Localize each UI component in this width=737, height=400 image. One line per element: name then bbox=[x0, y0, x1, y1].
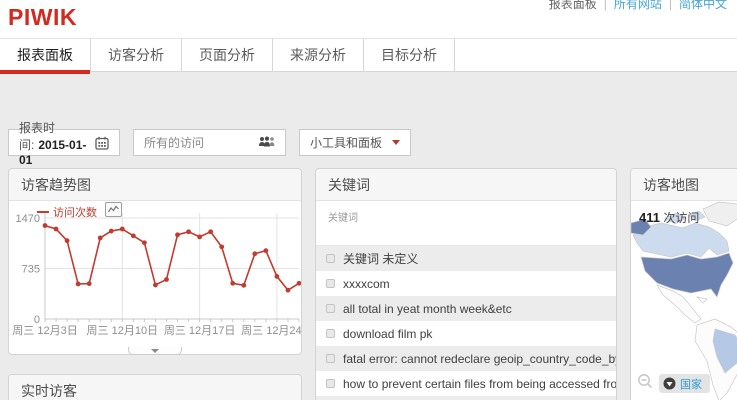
keyword-label: xxxxcom bbox=[343, 276, 390, 291]
link-separator: | bbox=[603, 0, 607, 11]
visits-trend-title: 访客趋势图 bbox=[9, 169, 301, 201]
keywords-column-label: 关键词 bbox=[328, 213, 358, 224]
map-visits-label: 411 次访问 bbox=[639, 209, 699, 226]
calendar-icon bbox=[95, 136, 109, 150]
region-button-label: 国家 bbox=[680, 378, 702, 391]
tab-报表面板[interactable]: 报表面板 bbox=[0, 39, 91, 74]
date-selector-text: 报表时间: 2015-01-01 bbox=[19, 119, 95, 167]
list-item-partial[interactable] bbox=[316, 396, 616, 400]
tab-来源分析[interactable]: 来源分析 bbox=[273, 39, 364, 71]
map-controls: 国家 bbox=[637, 373, 710, 394]
keyword-label: how to prevent certain files from being … bbox=[343, 376, 616, 391]
globe-icon bbox=[663, 377, 676, 390]
row-expand-icon bbox=[326, 304, 335, 313]
visits-trend-chart: 07351470周三 12月3日 周三 12月10日 周三 12月17日 周三 12月… bbox=[12, 213, 301, 337]
visitors-group-icon bbox=[258, 136, 275, 149]
row-expand-icon bbox=[326, 354, 335, 363]
keyword-row[interactable]: 关键词 未定义 bbox=[316, 246, 616, 271]
tab-目标分析[interactable]: 目标分析 bbox=[364, 39, 455, 71]
keyword-row[interactable]: how to prevent certain files from being … bbox=[316, 371, 616, 396]
chart-legend: 访问次数 bbox=[37, 204, 97, 220]
row-expand-icon bbox=[326, 329, 335, 338]
chevron-down-icon bbox=[392, 140, 401, 145]
widgets-button-label: 小工具和面板 bbox=[310, 136, 383, 150]
triangle-down-icon bbox=[151, 348, 159, 353]
tab-bar: 报表面板 访客分析 页面分析 来源分析 目标分析 bbox=[0, 38, 737, 74]
row-expand-icon bbox=[326, 379, 335, 388]
keyword-label: all total in yeat month week&etc bbox=[343, 301, 512, 316]
topbar-link[interactable]: 报表面板 bbox=[549, 0, 597, 11]
svg-text:周三 12月24日: 周三 12月24日 bbox=[241, 324, 301, 337]
country-greenland bbox=[702, 201, 737, 227]
visitor-map-panel: 访客地图 411 次访问 国家 bbox=[630, 168, 737, 400]
world-map[interactable] bbox=[631, 201, 737, 400]
map-visits-value: 411 bbox=[639, 210, 660, 225]
piwik-logo: PIWIK bbox=[8, 4, 77, 30]
keywords-list: 关键词 未定义 xxxxcom all total in yeat month we… bbox=[316, 246, 616, 396]
chart-export-icon[interactable] bbox=[105, 202, 122, 217]
region-scope-button[interactable]: 国家 bbox=[659, 374, 710, 393]
topbar-link[interactable]: 所有网站 bbox=[614, 0, 662, 11]
piwik-dashboard: PIWIK 报表面板 | 所有网站 | 简体中文 报表面板 访客分析 页面分析 来源分析 目标分… bbox=[0, 0, 737, 400]
svg-text:周三 12月17日: 周三 12月17日 bbox=[164, 324, 236, 337]
topbar-link[interactable]: 简体中文 bbox=[679, 0, 727, 11]
keyword-label: 关键词 未定义 bbox=[343, 252, 419, 266]
keywords-column-header: 关键词 bbox=[316, 201, 616, 246]
map-visits-unit: 次访问 bbox=[663, 211, 700, 225]
keywords-title: 关键词 bbox=[316, 169, 616, 201]
keyword-row[interactable]: xxxxcom bbox=[316, 271, 616, 296]
svg-text:周三 12月10日: 周三 12月10日 bbox=[87, 324, 159, 337]
widgets-dashboard-button[interactable]: 小工具和面板 bbox=[299, 129, 412, 156]
row-expand-icon bbox=[326, 279, 335, 288]
segment-value: 所有的访问 bbox=[144, 136, 205, 150]
keyword-label: fatal error: cannot redeclare geoip_coun… bbox=[343, 351, 616, 366]
row-expand-icon bbox=[326, 254, 335, 263]
keyword-row[interactable]: all total in yeat month week&etc bbox=[316, 296, 616, 321]
realtime-visitors-panel: 实时访客 bbox=[8, 374, 302, 400]
top-header: PIWIK 报表面板 | 所有网站 | 简体中文 bbox=[0, 0, 737, 38]
keywords-panel: 关键词 关键词 关键词 未定义 xxxxcom all total in yeat … bbox=[315, 168, 617, 400]
keyword-row[interactable]: fatal error: cannot redeclare geoip_coun… bbox=[316, 346, 616, 371]
segment-selector[interactable]: 所有的访问 bbox=[133, 129, 286, 156]
visitor-map-title: 访客地图 bbox=[631, 169, 737, 201]
realtime-visitors-title: 实时访客 bbox=[9, 375, 301, 400]
legend-label: 访问次数 bbox=[53, 207, 97, 219]
topbar-links: 报表面板 | 所有网站 | 简体中文 bbox=[549, 0, 727, 12]
country-usa[interactable] bbox=[640, 252, 734, 298]
panel-expand-handle[interactable] bbox=[128, 347, 182, 355]
date-selector[interactable]: 报表时间: 2015-01-01 bbox=[8, 121, 120, 167]
visits-trend-panel: 访客趋势图 访问次数 0 735 1470 周三 12月3日 周三 12月10日 周三 1… bbox=[8, 168, 302, 355]
link-separator: | bbox=[668, 0, 672, 11]
visits-trend-body: 访问次数 0 735 1470 周三 12月3日 周三 12月10日 周三 12月17日周… bbox=[9, 201, 301, 355]
visitor-map-body: 411 次访问 国家 bbox=[631, 201, 737, 400]
tab-页面分析[interactable]: 页面分析 bbox=[182, 39, 273, 71]
filter-row: 报表时间: 2015-01-01 所有的访问 小工具和面板 bbox=[8, 121, 412, 167]
keyword-label: download film pk bbox=[343, 326, 433, 341]
region-caribbean bbox=[695, 296, 708, 304]
legend-line-swatch bbox=[37, 211, 49, 213]
svg-text:735: 735 bbox=[22, 264, 40, 276]
keyword-row[interactable]: download film pk bbox=[316, 321, 616, 346]
zoom-out-icon[interactable] bbox=[637, 373, 653, 394]
svg-text:周三 12月3日: 周三 12月3日 bbox=[12, 324, 77, 337]
tab-访客分析[interactable]: 访客分析 bbox=[91, 39, 182, 71]
